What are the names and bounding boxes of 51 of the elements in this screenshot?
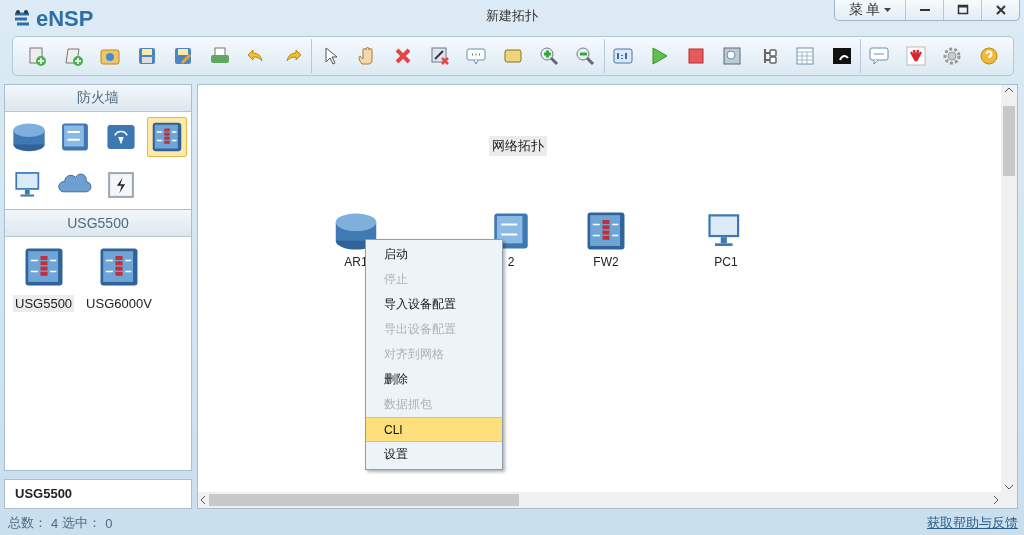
vertical-scrollbar[interactable] <box>1001 85 1017 492</box>
device-type-button[interactable] <box>147 117 187 157</box>
selected-label: 选中： <box>62 514 102 532</box>
device-label: AR1 <box>344 255 368 269</box>
device-label: PC1 <box>714 255 738 269</box>
minimize-icon <box>918 9 931 11</box>
zoom-out-icon <box>574 45 597 67</box>
total-label: 总数： <box>8 514 47 532</box>
flower-logo-icon <box>904 45 927 67</box>
scroll-right-icon[interactable] <box>994 496 999 504</box>
topology-title: 网络拓扑 <box>489 136 547 156</box>
app-logo-icon <box>12 9 32 29</box>
menu-item[interactable]: CLI <box>366 417 502 442</box>
device-label: 2 <box>507 255 515 269</box>
window-title: 新建拓扑 <box>486 8 538 23</box>
panel-title: USG5500 <box>5 210 191 237</box>
delete-link-icon <box>428 45 451 67</box>
menu-item[interactable]: 设置 <box>366 442 502 467</box>
actual-size-icon <box>611 45 634 67</box>
scroll-down-icon[interactable] <box>1005 485 1013 490</box>
device-model-item[interactable]: USG5500 <box>13 245 75 312</box>
scroll-thumb[interactable] <box>1003 106 1015 176</box>
maximize-icon <box>956 4 969 16</box>
app-name: eNSP <box>36 6 94 32</box>
selected-count: 0 <box>105 515 113 531</box>
total-count: 4 <box>51 515 59 531</box>
zoom-in-icon <box>538 45 560 67</box>
close-icon <box>994 4 1007 16</box>
scroll-up-icon[interactable] <box>1005 87 1013 92</box>
menu-item[interactable]: 启动 <box>366 242 502 267</box>
firewall-icon <box>150 120 184 154</box>
device-model-item[interactable]: USG6000V <box>84 245 154 312</box>
new-page-icon <box>62 45 85 67</box>
device-label: FW2 <box>593 255 619 269</box>
model-description: USG5500 <box>15 486 73 501</box>
scroll-left-icon[interactable] <box>200 496 205 504</box>
grid-icon <box>794 45 817 67</box>
terminal-icon <box>830 45 853 67</box>
new-topology-icon <box>26 45 49 67</box>
scroll-thumb[interactable] <box>209 494 519 506</box>
chat-icon <box>868 45 891 67</box>
panel-title: 防火墙 <box>5 85 191 112</box>
text-label-icon <box>465 45 488 67</box>
menu-item[interactable]: 删除 <box>366 367 502 392</box>
menu-item[interactable]: 导入设备配置 <box>366 292 502 317</box>
help-feedback-link[interactable]: 获取帮助与反馈 <box>927 514 1018 532</box>
caret-icon <box>884 8 892 12</box>
capture-icon <box>721 45 744 67</box>
router-icon <box>12 120 46 154</box>
horizontal-scrollbar[interactable] <box>198 492 1001 508</box>
help-icon <box>977 45 1000 67</box>
